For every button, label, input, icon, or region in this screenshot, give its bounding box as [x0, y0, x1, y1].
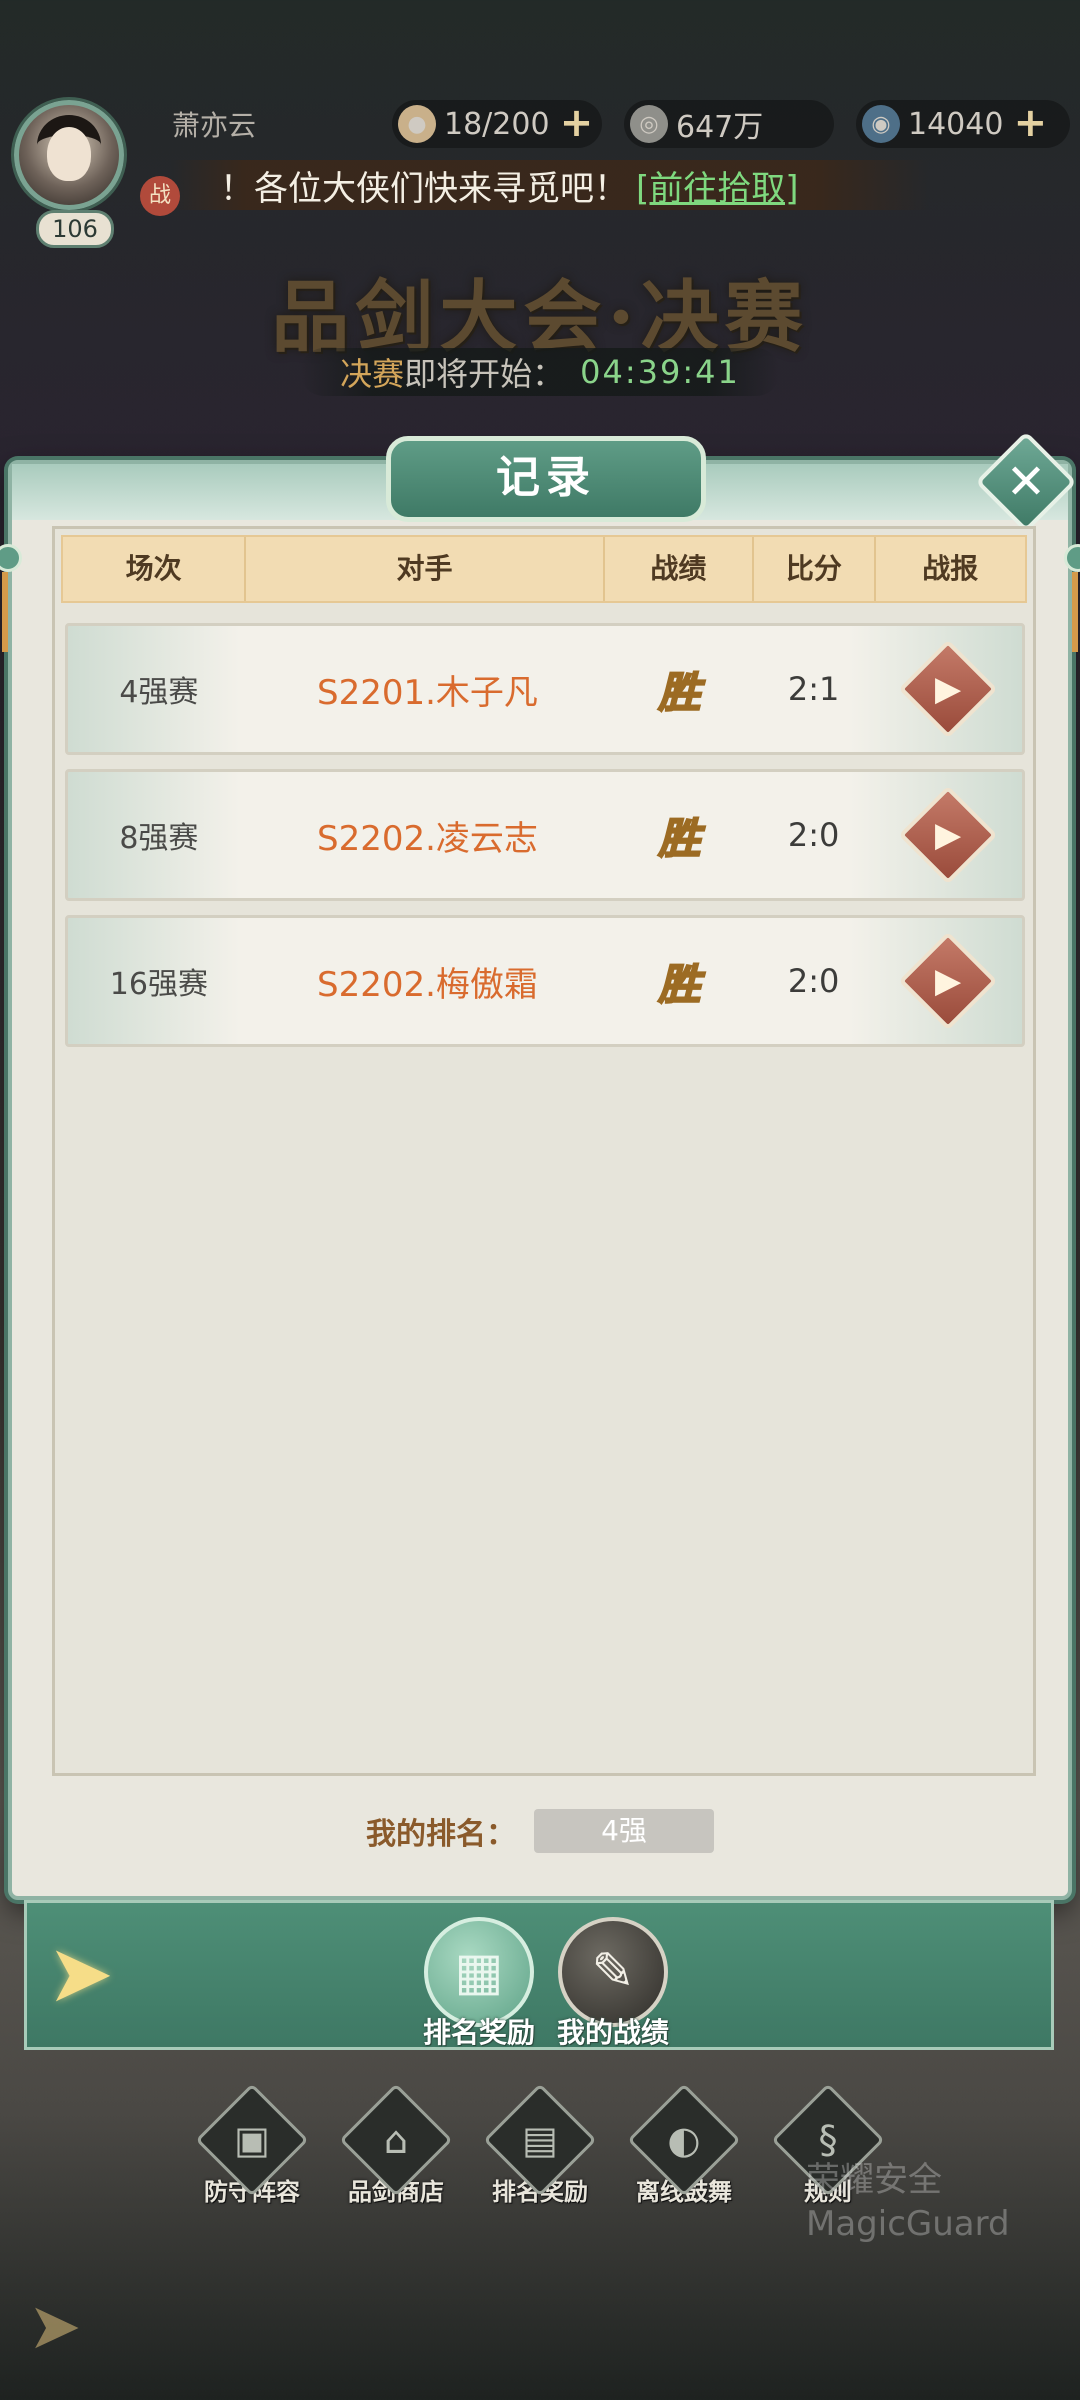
stamina-value: 18/200: [444, 106, 550, 142]
header-result: 战绩: [605, 537, 755, 601]
add-gems-button[interactable]: +: [1013, 103, 1048, 143]
tab-my-record-label: 我的战绩: [556, 2016, 669, 2049]
video-camera-icon: ▶: [934, 815, 962, 855]
header-stage: 场次: [63, 537, 247, 601]
record-table: 场次 对手 战绩 比分 战报 4强赛 S2201.木子凡 胜 2:1 ▶ 8强赛…: [52, 526, 1036, 1776]
bun-icon: ●: [398, 105, 436, 143]
tab-rank-rewards-label: 排名奖励: [422, 2016, 535, 2049]
row-opponent[interactable]: S2202.梅傲霜: [250, 957, 606, 1006]
header-opponent: 对手: [246, 537, 605, 601]
row-report: ▶: [874, 931, 1022, 1031]
add-stamina-button[interactable]: +: [560, 103, 594, 143]
record-panel: 记录 ✕ 场次 对手 战绩 比分 战报 4强赛 S2201.木子凡 胜 2:1 …: [0, 431, 1080, 1900]
countdown-label: 即将开始：: [404, 355, 565, 393]
row-opponent[interactable]: S2201.木子凡: [250, 665, 606, 714]
row-result-badge: 胜: [657, 959, 701, 1010]
player-avatar[interactable]: [14, 100, 124, 210]
video-camera-icon: ▶: [934, 961, 962, 1001]
row-report: ▶: [874, 639, 1022, 739]
my-rank-row: 我的排名： 4强: [12, 1809, 1068, 1853]
avatar-face: [47, 127, 91, 181]
header-report: 战报: [922, 552, 979, 585]
ticker-text: ！各位大侠们快来寻觅吧！: [220, 168, 628, 209]
watermark-line2: MagicGuard: [806, 2204, 1010, 2244]
tab-rank-rewards[interactable]: ▦ 排名奖励: [419, 1917, 539, 2049]
my-rank-value: 4强: [534, 1809, 714, 1853]
close-icon: ✕: [1005, 454, 1047, 510]
row-stage: 4强赛: [119, 675, 199, 710]
countdown-bar: 决赛 即将开始： 04:39:41: [300, 348, 780, 396]
stamina-resource: ● 18/200 +: [392, 100, 602, 148]
watermark: 荣耀安全 MagicGuard: [806, 2158, 1010, 2246]
announcement-ticker: ！各位大侠们快来寻觅吧！ [前往拾取]: [170, 160, 930, 210]
back-arrow-icon[interactable]: ➤: [47, 1934, 143, 2015]
bg-menu-shop[interactable]: ⌂ 品剑商店: [336, 2083, 456, 2207]
row-score: 2:0: [787, 962, 840, 1000]
coin-icon: ◎: [630, 105, 668, 143]
gems-resource: ◉ 14040 +: [856, 100, 1070, 148]
video-camera-icon: ▶: [934, 669, 962, 709]
row-stage: 16强赛: [109, 967, 208, 1002]
battle-power-badge: 战: [140, 176, 180, 216]
left-tassel-ornament: [0, 544, 22, 664]
row-result-badge: 胜: [657, 813, 701, 864]
row-score: 2:0: [787, 816, 840, 854]
gems-value: 14040: [908, 106, 1004, 142]
coins-resource: ◎ 647万: [624, 100, 834, 148]
bg-menu-offline[interactable]: ◐ 离线鼓舞: [624, 2083, 744, 2207]
watermark-line1: 荣耀安全: [806, 2160, 942, 2200]
right-tassel-ornament: [1064, 544, 1080, 664]
row-opponent[interactable]: S2202.凌云志: [250, 811, 606, 860]
row-report: ▶: [874, 785, 1022, 885]
table-row: 16强赛 S2202.梅傲霜 胜 2:0 ▶: [65, 915, 1025, 1047]
replay-button[interactable]: ▶: [898, 931, 998, 1031]
countdown-time: 04:39:41: [580, 353, 740, 391]
background-back-arrow-icon[interactable]: ➤: [28, 2290, 82, 2364]
bg-menu-rank-rewards[interactable]: ▤ 排名奖励: [480, 2083, 600, 2207]
my-rank-label: 我的排名：: [366, 1817, 516, 1852]
table-row: 8强赛 S2202.凌云志 胜 2:0 ▶: [65, 769, 1025, 901]
bg-menu-defense[interactable]: ▣ 防守阵容: [192, 2083, 312, 2207]
row-result-badge: 胜: [657, 667, 701, 718]
row-score: 2:1: [787, 670, 840, 708]
replay-button[interactable]: ▶: [898, 785, 998, 885]
tab-my-record[interactable]: ✎ 我的战绩: [553, 1917, 673, 2049]
player-name: 萧亦云: [172, 109, 257, 142]
header-score: 比分: [754, 537, 876, 601]
jade-icon: ◉: [862, 105, 900, 143]
table-header: 场次 对手 战绩 比分 战报: [61, 535, 1027, 603]
table-row: 4强赛 S2201.木子凡 胜 2:1 ▶: [65, 623, 1025, 755]
row-stage: 8强赛: [119, 821, 199, 856]
countdown-stage: 决赛: [340, 355, 405, 393]
coins-value: 647万: [676, 110, 764, 145]
player-level: 106: [36, 210, 114, 248]
bottom-tab-bar: ➤ ▦ 排名奖励 ✎ 我的战绩: [24, 1900, 1054, 2050]
panel-title: 记录: [386, 436, 706, 522]
ticker-link[interactable]: [前往拾取]: [636, 161, 799, 210]
replay-button[interactable]: ▶: [898, 639, 998, 739]
